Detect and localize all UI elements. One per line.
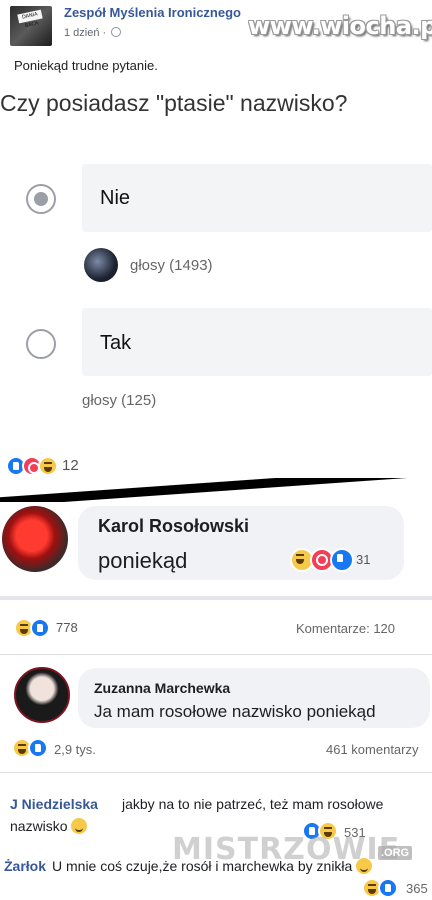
comment-reactions-count: 31 bbox=[356, 552, 371, 567]
comment-reactions-count: 365 bbox=[406, 881, 428, 896]
comment-reactions-count: 2,9 tys. bbox=[54, 742, 96, 757]
page-name-link[interactable]: Zespół Myślenia Ironicznego bbox=[64, 5, 241, 20]
smile-emoji-icon bbox=[71, 818, 88, 834]
poll-option-nie[interactable] bbox=[82, 164, 432, 232]
comments-count-link[interactable]: Komentarze: 120 bbox=[296, 621, 395, 636]
comment-author[interactable]: Karol Rosołowski bbox=[98, 516, 249, 537]
poll-option-label-tak: Tak bbox=[100, 332, 132, 354]
comment-text: U mnie coś czuje,że rosół i marchewka by… bbox=[52, 858, 373, 874]
divider bbox=[0, 772, 432, 773]
comment-reactions[interactable]: 2,9 tys. bbox=[12, 738, 122, 760]
site-watermark: www.wiocha.pl bbox=[248, 12, 432, 40]
post-timestamp[interactable]: 1 dzień · bbox=[64, 27, 122, 39]
page-avatar[interactable]: DANIA BACA bbox=[10, 6, 52, 46]
poll-radio-nie[interactable] bbox=[26, 184, 56, 214]
poll-reactions[interactable]: 12 bbox=[6, 456, 86, 478]
poll-votes-tak[interactable]: głosy (125) bbox=[82, 392, 156, 409]
comment-text-line2: nazwisko bbox=[10, 818, 68, 834]
comment-author[interactable]: Zuzanna Marchewka bbox=[94, 680, 230, 696]
poll-votes-nie[interactable]: głosy (1493) bbox=[130, 257, 213, 274]
poll-option-tak[interactable] bbox=[82, 308, 432, 376]
like-icon bbox=[30, 618, 50, 638]
comment-replies-link[interactable]: 461 komentarzy bbox=[326, 742, 419, 757]
avatar[interactable] bbox=[2, 506, 68, 572]
post-text: Poniekąd trudne pytanie. bbox=[14, 58, 158, 73]
comment-text: Ja mam rosołowe nazwisko poniekąd bbox=[94, 702, 376, 721]
voter-avatar[interactable] bbox=[84, 248, 118, 282]
divider bbox=[0, 478, 432, 502]
divider bbox=[0, 654, 432, 655]
poll-question: Czy posiadasz "ptasie" nazwisko? bbox=[0, 90, 348, 116]
comment-author[interactable]: Żarłok bbox=[4, 858, 46, 874]
poll-radio-tak[interactable] bbox=[26, 329, 56, 359]
comment-author[interactable]: J Niedzielska bbox=[10, 796, 98, 812]
post-reactions-count: 778 bbox=[56, 620, 78, 635]
comment-reactions[interactable]: 31 bbox=[290, 548, 390, 572]
like-icon bbox=[330, 548, 354, 572]
globe-icon bbox=[111, 27, 122, 37]
post-time-text: 1 dzień · bbox=[64, 27, 107, 39]
post-reactions[interactable]: 778 bbox=[14, 618, 104, 640]
divider bbox=[0, 596, 432, 600]
avatar[interactable] bbox=[14, 667, 70, 723]
mistrzowie-watermark-suffix: .ORG bbox=[378, 846, 413, 860]
laugh-emoji-icon bbox=[356, 858, 373, 874]
like-icon bbox=[378, 878, 398, 898]
comment-text: jakby na to nie patrzeć, też mam rosołow… bbox=[122, 796, 384, 812]
comment-text-continued: nazwisko bbox=[10, 818, 88, 834]
comment-reactions[interactable]: 365 bbox=[362, 878, 432, 900]
haha-icon bbox=[38, 456, 58, 476]
comment-text-body: U mnie coś czuje,że rosół i marchewka by… bbox=[52, 858, 353, 874]
like-icon bbox=[28, 738, 48, 758]
poll-reactions-count: 12 bbox=[62, 457, 79, 474]
comment-text: poniekąd bbox=[98, 548, 188, 573]
poll-option-label-nie: Nie bbox=[100, 187, 131, 209]
page-avatar-tag: DANIA BACA bbox=[17, 9, 43, 29]
